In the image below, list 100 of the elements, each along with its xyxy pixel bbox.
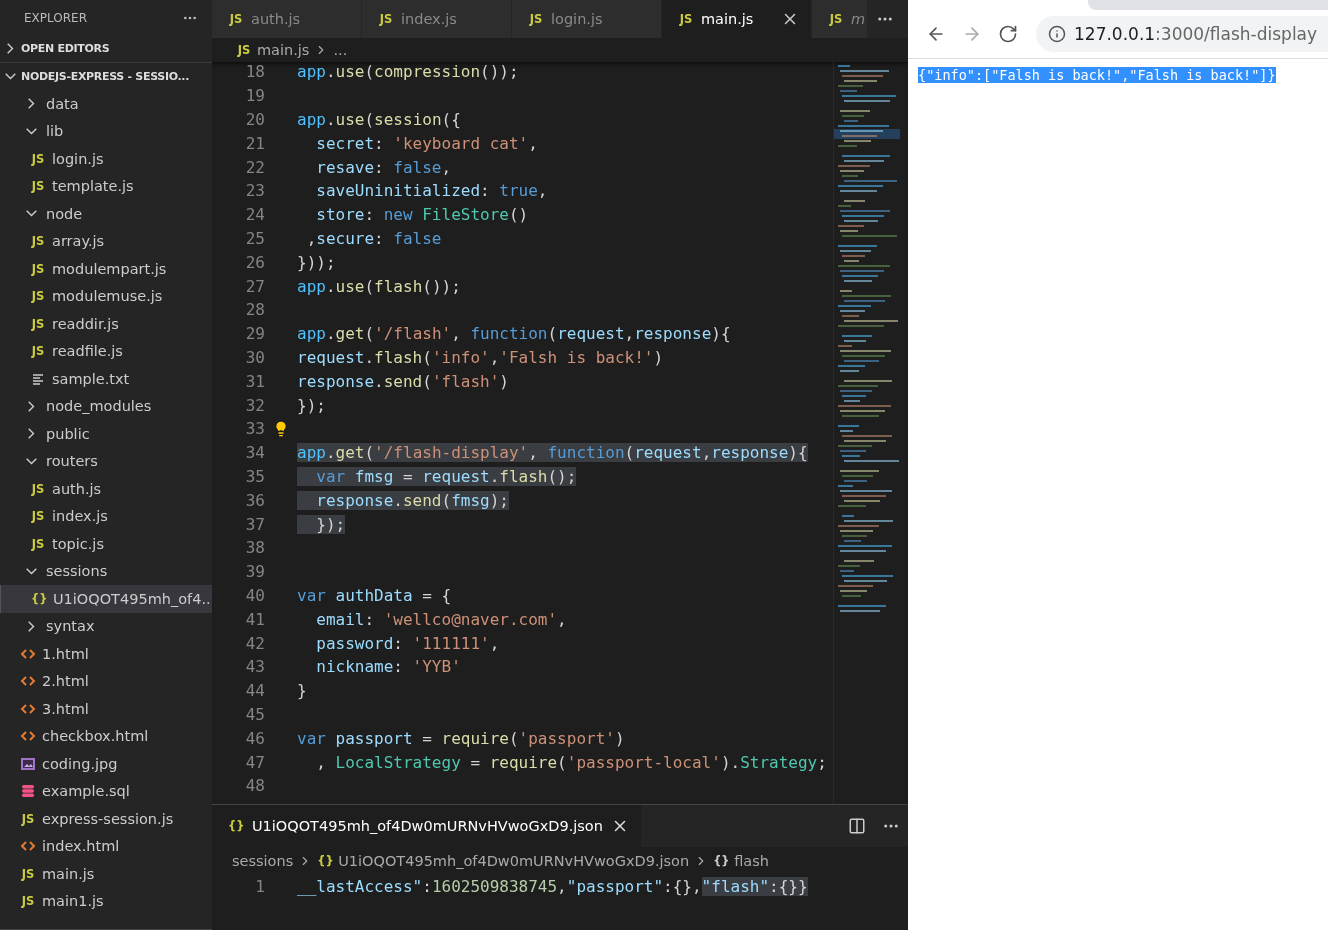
file-item[interactable]: JS template.js xyxy=(0,172,212,200)
code-line: var authData = { xyxy=(297,585,452,605)
breadcrumb-item[interactable]: main.js xyxy=(257,42,310,58)
file-item[interactable]: JS express-session.js xyxy=(0,805,212,833)
json-response-text: {"info":["Falsh is back!","Falsh is back!"]} xyxy=(918,67,1276,83)
braces-icon: {} xyxy=(317,854,334,868)
line-number: 42 xyxy=(244,633,265,653)
chevron-right-icon xyxy=(7,43,14,54)
line-number: 48 xyxy=(244,776,265,796)
file-item[interactable]: example.sql xyxy=(0,777,212,805)
file-item[interactable]: 2.html xyxy=(0,667,212,695)
folder-item[interactable]: lib xyxy=(0,117,212,145)
code-line: app.use(compression()); xyxy=(297,62,519,82)
sidebar-title: EXPLORER xyxy=(24,10,87,25)
folder-item[interactable]: sessions xyxy=(0,557,212,585)
line-number: 1 xyxy=(254,877,265,897)
file-item[interactable]: coding.jpg xyxy=(0,750,212,778)
file-item[interactable]: {} U1iOQOT495mh_of4... xyxy=(0,585,212,613)
folder-item[interactable]: node_modules xyxy=(0,392,212,420)
line-number: 46 xyxy=(244,728,265,748)
code-line: nickname: 'YYB' xyxy=(315,657,461,677)
editor-tab[interactable]: JS main.js xyxy=(662,0,812,38)
line-number: 22 xyxy=(244,157,265,177)
line-number: 19 xyxy=(244,86,265,106)
line-number: 36 xyxy=(244,490,265,510)
js-file-icon: JS xyxy=(30,289,46,304)
code-line: request.flash('info','Falsh is back!') xyxy=(297,347,664,367)
line-number: 28 xyxy=(244,300,265,320)
code-line: app.get('/flash', function(request,response){ xyxy=(297,324,731,344)
folder-item[interactable]: syntax xyxy=(0,612,212,640)
file-item[interactable]: JS readfile.js xyxy=(0,337,212,365)
breadcrumb-item[interactable]: U1iOQOT495mh_of4Dw0mURNvHVwoGxD9.json xyxy=(338,853,690,869)
code-line: __lastAccess":1602509838745,"passport":{},"flash":{}} xyxy=(297,877,808,897)
folder-item[interactable]: routers xyxy=(0,447,212,475)
line-number: 21 xyxy=(244,133,265,153)
line-number: 20 xyxy=(244,110,265,129)
js-file-icon: JS xyxy=(828,12,844,26)
json-file-icon: {} xyxy=(31,591,47,606)
code-line: response.send('flash') xyxy=(297,371,509,391)
html-file-icon xyxy=(20,675,36,688)
line-number: 29 xyxy=(244,324,265,344)
code-line: password: '111111', xyxy=(315,633,500,653)
breadcrumb-item[interactable]: ... xyxy=(333,42,348,58)
lightbulb-icon[interactable] xyxy=(273,420,289,437)
file-item[interactable]: JS index.js xyxy=(0,502,212,530)
folder-item[interactable]: data xyxy=(0,90,212,118)
line-number: 32 xyxy=(244,395,265,415)
file-item[interactable]: sample.txt xyxy=(0,365,212,393)
file-item[interactable]: 3.html xyxy=(0,695,212,723)
js-file-icon: JS xyxy=(20,866,36,881)
editor-tab[interactable]: JS auth.js xyxy=(212,0,362,38)
editor-tab[interactable]: {} U1iOQOT495mh_of4Dw0mURNvHVwoGxD9.json xyxy=(212,805,641,847)
folder-item[interactable]: node xyxy=(0,200,212,228)
breadcrumb-item[interactable]: sessions xyxy=(232,853,294,869)
js-file-icon: JS xyxy=(30,179,46,194)
chevron-down-icon xyxy=(26,567,37,575)
editor-tab[interactable]: JS index.js xyxy=(362,0,512,38)
js-file-icon: JS xyxy=(30,234,46,249)
code-line: app.use(flash()); xyxy=(297,276,461,296)
file-item[interactable]: checkbox.html xyxy=(0,722,212,750)
folder-item[interactable]: public xyxy=(0,420,212,448)
address-bar[interactable]: 127.0.0.1:3000/flash-display xyxy=(1036,16,1328,52)
file-item[interactable]: JS readdir.js xyxy=(0,310,212,338)
file-item[interactable]: JS main.js xyxy=(0,860,212,888)
info-icon[interactable] xyxy=(1048,25,1066,43)
line-number: 43 xyxy=(244,657,265,677)
chevron-down-icon xyxy=(5,73,16,80)
js-file-icon: JS xyxy=(30,481,46,496)
chevron-down-icon xyxy=(26,127,37,135)
file-item[interactable]: index.html xyxy=(0,832,212,860)
file-item[interactable]: 1.html xyxy=(0,640,212,668)
line-number: 40 xyxy=(244,585,265,605)
line-number: 18 xyxy=(244,62,265,82)
editor-tab[interactable]: JS m xyxy=(812,0,868,38)
editor-tab[interactable]: JS login.js xyxy=(512,0,662,38)
code-line: saveUninitialized: true, xyxy=(315,181,548,201)
code-line: } xyxy=(297,681,307,701)
chevron-down-icon xyxy=(26,457,37,465)
line-number: 25 xyxy=(244,228,265,248)
chevron-right-icon xyxy=(28,98,35,110)
breadcrumb-item[interactable]: flash xyxy=(734,853,769,869)
js-file-icon: JS xyxy=(236,43,252,57)
file-item[interactable]: JS main1.js xyxy=(0,887,212,915)
line-number: 45 xyxy=(244,704,265,724)
file-item[interactable]: JS topic.js xyxy=(0,530,212,558)
line-number: 35 xyxy=(244,466,265,486)
file-item[interactable]: JS array.js xyxy=(0,227,212,255)
section-header[interactable]: OPEN EDITORS xyxy=(0,35,212,62)
html-file-icon xyxy=(20,647,36,660)
file-item[interactable]: JS auth.js xyxy=(0,475,212,503)
js-file-icon: JS xyxy=(378,12,394,26)
line-number: 26 xyxy=(244,252,265,272)
html-file-icon xyxy=(20,840,36,853)
file-item[interactable]: JS modulemuse.js xyxy=(0,282,212,310)
code-line: }); xyxy=(297,395,326,415)
file-item[interactable]: JS modulempart.js xyxy=(0,255,212,283)
file-item[interactable]: JS login.js xyxy=(0,145,212,173)
code-line: ,secure: false xyxy=(305,228,442,248)
js-file-icon: JS xyxy=(20,894,36,909)
line-number: 31 xyxy=(244,371,265,391)
